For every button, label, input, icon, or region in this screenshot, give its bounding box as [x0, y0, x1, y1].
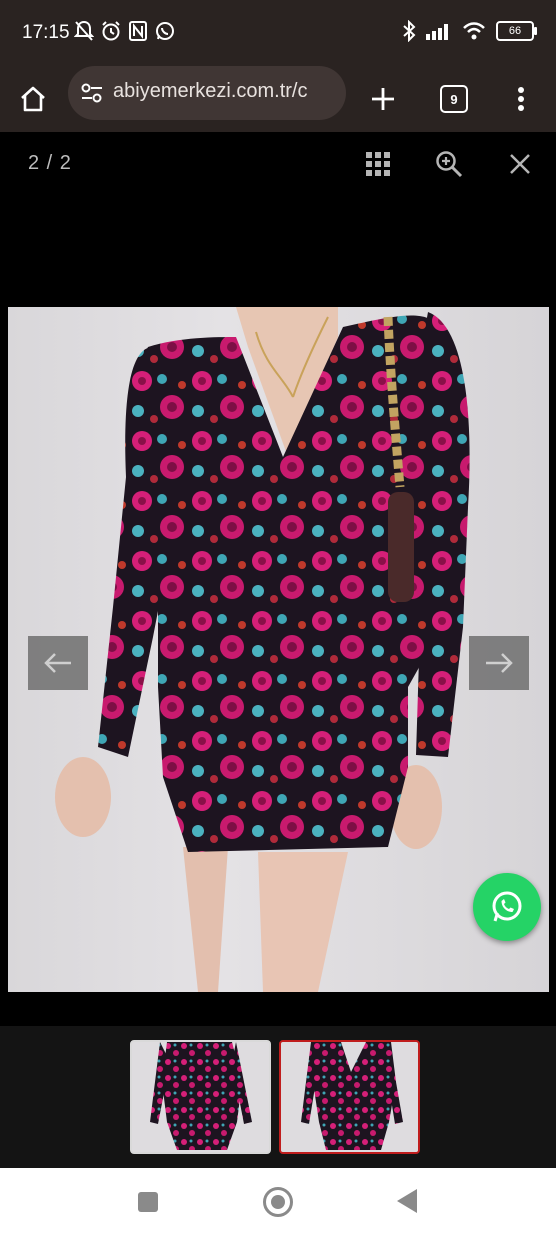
- grid-icon: [366, 152, 390, 176]
- gallery-grid-button[interactable]: [360, 146, 396, 182]
- back-button[interactable]: [397, 1189, 417, 1213]
- close-lightbox-button[interactable]: [502, 146, 538, 182]
- status-time: 17:15: [22, 22, 70, 43]
- signal-icon: [426, 24, 448, 40]
- bluetooth-icon: [403, 20, 416, 42]
- status-left-icons: [74, 20, 176, 42]
- tab-switcher-button[interactable]: 9: [431, 76, 477, 122]
- home-system-button[interactable]: [263, 1187, 293, 1217]
- battery-level: 66: [508, 25, 522, 37]
- home-icon: [21, 86, 45, 112]
- browser-menu-button[interactable]: [498, 76, 544, 122]
- system-navigation-bar: [0, 1168, 556, 1235]
- dress-illustration: [55, 307, 470, 992]
- next-image-button[interactable]: [469, 636, 529, 690]
- lightbox-header: 2 / 2: [0, 132, 556, 192]
- nfc-icon: [129, 21, 147, 41]
- thumbnail-2-active[interactable]: [279, 1040, 420, 1154]
- site-settings-icon[interactable]: [80, 82, 104, 104]
- recents-button[interactable]: [138, 1192, 158, 1212]
- previous-image-button[interactable]: [28, 636, 88, 690]
- bell-off-icon: [74, 20, 94, 41]
- plus-icon: [372, 88, 394, 110]
- close-icon: [510, 154, 530, 174]
- thumbnail-strip: [0, 1026, 556, 1168]
- browser-toolbar: abiyemerkezi.com.tr/c 9: [0, 66, 556, 132]
- zoom-in-icon: [436, 151, 463, 178]
- more-vertical-icon: [518, 87, 524, 111]
- zoom-button[interactable]: [431, 146, 467, 182]
- status-bar: 17:15 66: [0, 0, 556, 66]
- url-text[interactable]: abiyemerkezi.com.tr/c: [113, 80, 339, 103]
- wifi-icon: [463, 22, 485, 40]
- thumbnail-image: [150, 1042, 252, 1150]
- whatsapp-chat-button[interactable]: [473, 873, 541, 941]
- product-image[interactable]: [8, 307, 549, 992]
- tab-count: 9: [440, 85, 468, 113]
- address-bar[interactable]: abiyemerkezi.com.tr/c: [68, 66, 346, 120]
- whatsapp-icon: [492, 891, 522, 922]
- status-right-icons: 66: [402, 20, 537, 42]
- home-button[interactable]: [10, 76, 56, 122]
- arrow-left-icon: [44, 653, 71, 673]
- battery-indicator: 66: [496, 21, 537, 41]
- alarm-icon: [102, 21, 120, 41]
- thumbnail-1[interactable]: [130, 1040, 271, 1154]
- arrow-right-icon: [486, 653, 513, 673]
- whatsapp-icon: [156, 22, 174, 40]
- thumbnail-image: [301, 1042, 403, 1150]
- image-counter: 2 / 2: [28, 152, 72, 174]
- new-tab-button[interactable]: [360, 76, 406, 122]
